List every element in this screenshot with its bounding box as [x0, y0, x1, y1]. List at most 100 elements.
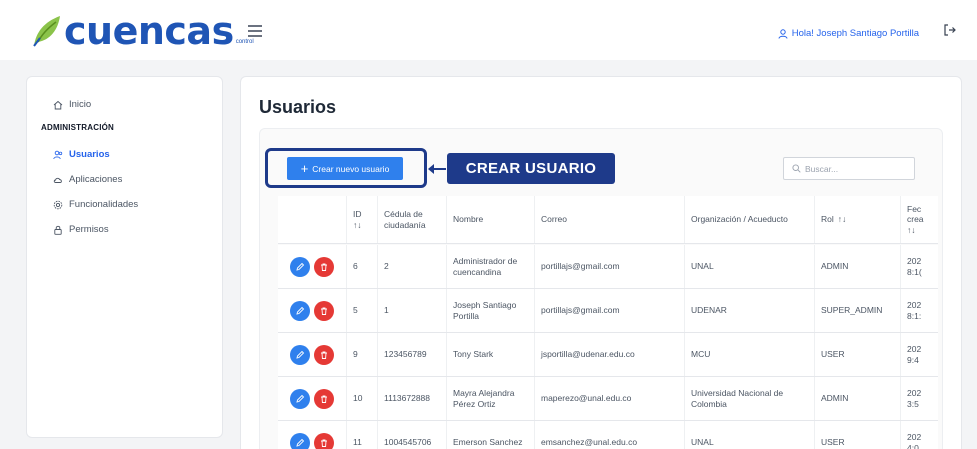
sort-icon[interactable]: ↑↓	[353, 220, 362, 231]
header-label: Fec crea	[907, 203, 924, 225]
delete-trash-icon[interactable]	[314, 300, 334, 321]
logout-icon[interactable]	[943, 23, 957, 40]
column-header-fecha[interactable]: Fec crea ↑↓	[900, 196, 938, 243]
home-icon	[53, 100, 63, 109]
delete-trash-icon[interactable]	[314, 256, 334, 277]
delete-trash-icon[interactable]	[314, 432, 334, 449]
logo[interactable]: cuencas control	[30, 9, 254, 53]
cell-text: Universidad Nacional de Colombia	[691, 387, 784, 409]
cell-nombre: Tony Stark	[446, 333, 534, 376]
row-actions	[278, 421, 346, 449]
top-header: cuencas control Hola! Joseph Santiago Po…	[0, 0, 977, 60]
column-header-cedula[interactable]: Cédula de ciudadanía	[377, 196, 446, 243]
cell-id: 9	[346, 333, 377, 376]
sort-icon[interactable]: ↑↓	[907, 225, 916, 236]
sidebar-item-funcionalidades[interactable]: Funcionalidades	[53, 199, 138, 210]
cell-nombre: Mayra Alejandra Pérez Ortiz	[446, 377, 534, 420]
cell-text: 202 3:5	[907, 387, 922, 409]
header-label: ID	[353, 208, 362, 219]
search-input[interactable]: Buscar...	[783, 157, 915, 180]
sidebar-item-label: Funcionalidades	[69, 199, 139, 210]
cell-text: 202 9:4	[907, 343, 922, 365]
cell-text: USER	[821, 437, 845, 448]
cell-correo: emsanchez@unal.edu.co	[534, 421, 684, 449]
sort-icon[interactable]: ↑↓	[838, 214, 847, 225]
cell-text: jsportilla@udenar.edu.co	[541, 349, 635, 360]
edit-pencil-icon[interactable]	[290, 344, 310, 365]
cell-text: 202 8:1(	[907, 255, 922, 277]
column-header-org[interactable]: Organización / Acueducto	[684, 196, 814, 243]
cell-text: MCU	[691, 349, 711, 360]
cell-cedula: 123456789	[377, 333, 446, 376]
cell-rol: ADMIN	[814, 245, 900, 288]
lock-icon	[54, 225, 62, 235]
cell-text: 6	[353, 261, 358, 272]
page-title: Usuarios	[259, 97, 337, 117]
column-header-id[interactable]: ID ↑↓	[346, 196, 377, 243]
annotation-label: CREAR USUARIO	[447, 153, 615, 184]
table-row: 10 1113672888 Mayra Alejandra Pérez Ortiz m…	[278, 377, 938, 421]
edit-pencil-icon[interactable]	[290, 300, 310, 321]
sidebar-item-label: Usuarios	[69, 149, 110, 160]
edit-pencil-icon[interactable]	[290, 432, 310, 449]
cell-text: portillajs@gmail.com	[541, 305, 620, 316]
cell-fecha: 202 4:0	[900, 421, 938, 449]
column-header-nombre[interactable]: Nombre	[446, 196, 534, 243]
header-label: Organización / Acueducto	[691, 214, 788, 225]
edit-pencil-icon[interactable]	[290, 388, 310, 409]
cell-text: maperezo@unal.edu.co	[541, 393, 632, 404]
cell-cedula: 2	[377, 245, 446, 288]
delete-trash-icon[interactable]	[314, 388, 334, 409]
sidebar-item-label: Inicio	[69, 99, 92, 110]
cell-id: 6	[346, 245, 377, 288]
user-icon	[778, 28, 788, 39]
cell-rol: USER	[814, 333, 900, 376]
cell-text: Joseph Santiago Portilla	[453, 299, 517, 321]
cloud-icon	[53, 177, 62, 183]
users-icon	[53, 150, 63, 159]
column-header-rol[interactable]: Rol ↑↓	[814, 196, 900, 243]
arrow-left-icon	[428, 164, 434, 174]
hamburger-menu-icon[interactable]	[248, 25, 262, 37]
logo-subtext: control	[235, 39, 254, 45]
cell-text: 2	[384, 261, 389, 272]
actions-header	[278, 196, 346, 243]
cell-fecha: 202 8:1:	[900, 289, 938, 332]
header-label: Nombre	[453, 214, 484, 225]
cell-correo: maperezo@unal.edu.co	[534, 377, 684, 420]
cell-correo: portillajs@gmail.com	[534, 245, 684, 288]
row-actions	[278, 333, 346, 376]
cell-fecha: 202 8:1(	[900, 245, 938, 288]
cell-org: MCU	[684, 333, 814, 376]
cell-text: 202 8:1:	[907, 299, 922, 321]
logo-text: cuencas	[64, 9, 234, 53]
sidebar: Inicio ADMINISTRACIÓN Usuarios Aplicacio…	[26, 76, 223, 438]
cell-correo: jsportilla@udenar.edu.co	[534, 333, 684, 376]
sidebar-item-usuarios[interactable]: Usuarios	[53, 149, 110, 160]
cell-text: USER	[821, 349, 845, 360]
cell-nombre: Emerson Sanchez	[446, 421, 534, 449]
sidebar-item-permisos[interactable]: Permisos	[53, 224, 109, 235]
table-row: 6 2 Administrador de cuencandina portillajs…	[278, 245, 938, 289]
sidebar-item-inicio[interactable]: Inicio	[53, 99, 91, 110]
cell-text: 10	[353, 393, 363, 404]
cell-id: 10	[346, 377, 377, 420]
greeting-text: Hola! Joseph Santiago Portilla	[791, 28, 919, 39]
cell-correo: portillajs@gmail.com	[534, 289, 684, 332]
cell-text: Tony Stark	[453, 349, 494, 360]
search-placeholder: Buscar...	[805, 163, 839, 174]
cell-text: emsanchez@unal.edu.co	[541, 437, 638, 448]
cell-text: 9	[353, 349, 358, 360]
sidebar-item-aplicaciones[interactable]: Aplicaciones	[53, 174, 122, 185]
user-greeting[interactable]: Hola! Joseph Santiago Portilla	[778, 28, 919, 39]
column-header-correo[interactable]: Correo	[534, 196, 684, 243]
sidebar-section-title: ADMINISTRACIÓN	[41, 123, 115, 132]
delete-trash-icon[interactable]	[314, 344, 334, 365]
table-header-row: ID ↑↓ Cédula de ciudadanía Nombre Correo…	[278, 196, 938, 244]
cell-rol: USER	[814, 421, 900, 449]
cell-org: Universidad Nacional de Colombia	[684, 377, 814, 420]
annotation-highlight-box	[265, 148, 427, 188]
edit-pencil-icon[interactable]	[290, 256, 310, 277]
cell-text: Administrador de cuencandina	[453, 255, 518, 277]
row-actions	[278, 289, 346, 332]
